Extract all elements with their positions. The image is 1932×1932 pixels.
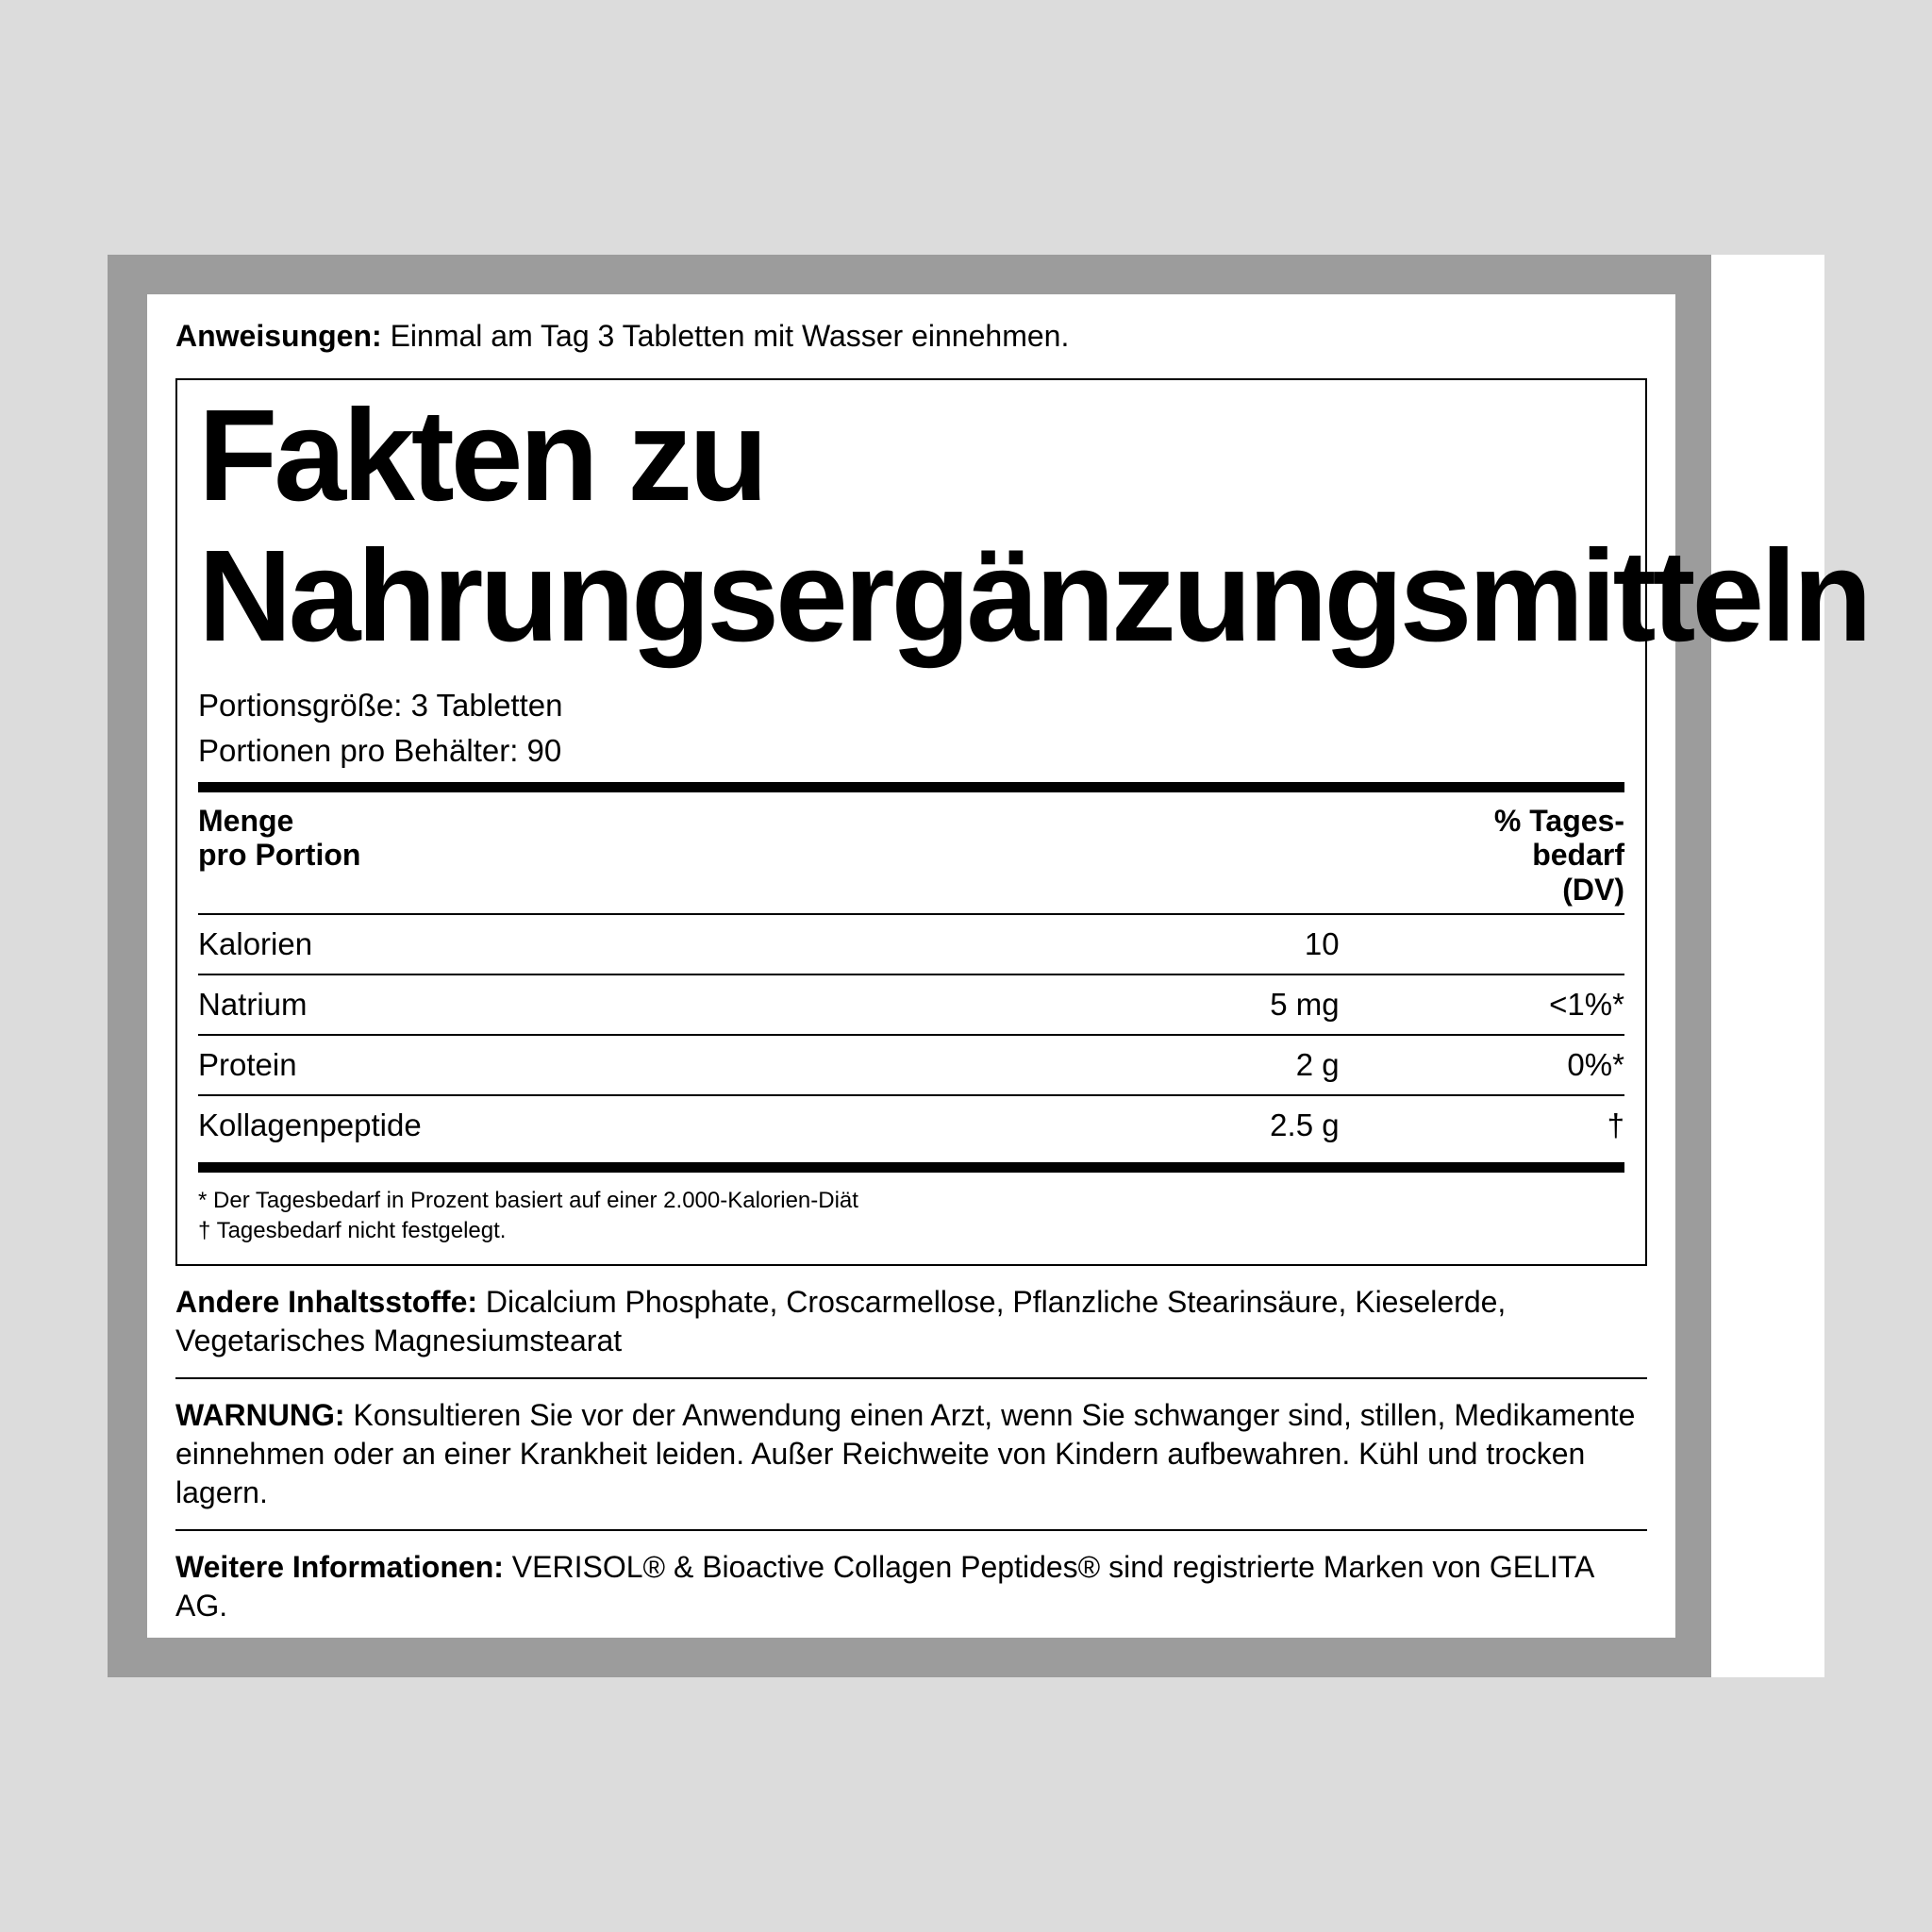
header-left: Menge pro Portion	[198, 804, 360, 908]
nutrient-dv: †	[1340, 1108, 1624, 1143]
right-strip	[1711, 255, 1824, 1678]
nutrient-amount: 2.5 g	[1025, 1108, 1340, 1143]
warning-label: WARNUNG:	[175, 1398, 345, 1432]
header-right-line2: bedarf	[1532, 838, 1624, 872]
nutrient-name: Natrium	[198, 987, 1025, 1023]
directions-label: Anweisungen:	[175, 319, 382, 353]
more-info-label: Weitere Informationen:	[175, 1550, 504, 1584]
label-panel: Anweisungen: Einmal am Tag 3 Tabletten m…	[147, 294, 1675, 1639]
nutrient-amount: 2 g	[1025, 1047, 1340, 1083]
facts-title-line2: Nahrungsergänzungsmitteln	[198, 526, 1624, 667]
servings-per-container: Portionen pro Behälter: 90	[198, 733, 1624, 769]
header-right: % Tages- bedarf (DV)	[1494, 804, 1624, 908]
header-left-line2: pro Portion	[198, 838, 360, 872]
label-container: Anweisungen: Einmal am Tag 3 Tabletten m…	[108, 255, 1824, 1678]
directions: Anweisungen: Einmal am Tag 3 Tabletten m…	[175, 294, 1647, 378]
table-row: Kalorien 10	[198, 915, 1624, 974]
gray-frame: Anweisungen: Einmal am Tag 3 Tabletten m…	[108, 255, 1711, 1678]
nutrient-dv: <1%*	[1340, 987, 1624, 1023]
footnote-dagger: † Tagesbedarf nicht festgelegt.	[198, 1216, 1624, 1246]
nutrient-amount: 5 mg	[1025, 987, 1340, 1023]
serving-size: Portionsgröße: 3 Tabletten	[198, 688, 1624, 724]
facts-title: Fakten zu Nahrungsergänzungsmitteln	[198, 386, 1624, 667]
other-ingredients-label: Andere Inhaltsstoffe:	[175, 1285, 477, 1319]
footnotes: * Der Tagesbedarf in Prozent basiert auf…	[198, 1186, 1624, 1247]
facts-title-line1: Fakten zu	[198, 386, 1624, 526]
directions-text: Einmal am Tag 3 Tabletten mit Wasser ein…	[382, 319, 1070, 353]
footnote-dv: * Der Tagesbedarf in Prozent basiert auf…	[198, 1186, 1624, 1216]
table-row: Natrium 5 mg <1%*	[198, 975, 1624, 1034]
header-left-line1: Menge	[198, 804, 293, 838]
other-ingredients: Andere Inhaltsstoffe: Dicalcium Phosphat…	[175, 1266, 1647, 1360]
table-row: Kollagenpeptide 2.5 g †	[198, 1096, 1624, 1155]
nutrient-dv	[1340, 926, 1624, 962]
rule-thick-top	[198, 782, 1624, 792]
warning-text: Konsultieren Sie vor der Anwendung einen…	[175, 1398, 1635, 1509]
table-header: Menge pro Portion % Tages- bedarf (DV)	[198, 800, 1624, 913]
warning: WARNUNG: Konsultieren Sie vor der Anwend…	[175, 1379, 1647, 1512]
nutrient-name: Protein	[198, 1047, 1025, 1083]
nutrient-dv: 0%*	[1340, 1047, 1624, 1083]
header-right-line3: (DV)	[1562, 873, 1624, 907]
more-info: Weitere Informationen: VERISOL® & Bioact…	[175, 1531, 1647, 1625]
rule-thick-bottom	[198, 1162, 1624, 1173]
nutrient-name: Kalorien	[198, 926, 1025, 962]
nutrient-amount: 10	[1025, 926, 1340, 962]
table-row: Protein 2 g 0%*	[198, 1036, 1624, 1094]
header-right-line1: % Tages-	[1494, 804, 1624, 838]
supplement-facts-box: Fakten zu Nahrungsergänzungsmitteln Port…	[175, 378, 1647, 1266]
nutrient-name: Kollagenpeptide	[198, 1108, 1025, 1143]
